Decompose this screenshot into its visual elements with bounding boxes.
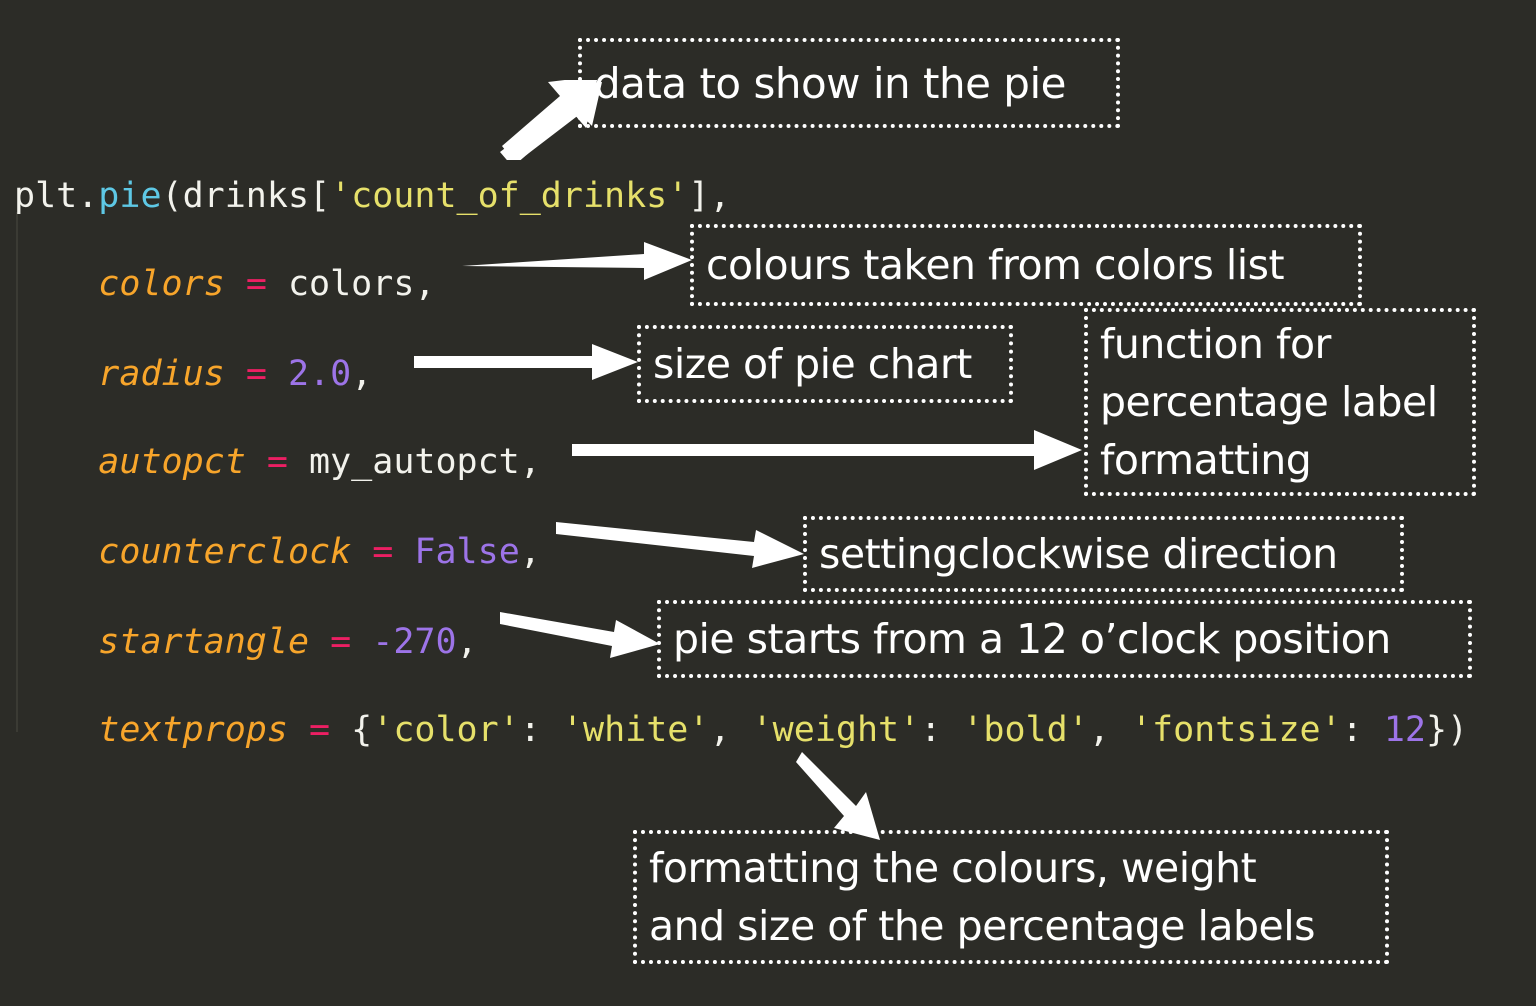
note-line: data to show in the pie <box>594 58 1066 108</box>
note-line: and size of the percentage labels <box>649 902 1316 950</box>
code-line-startangle: startangle = -270, <box>14 598 478 686</box>
code-token: False <box>414 532 520 572</box>
annotated-code-figure: plt.pie(drinks['count_of_drinks'], color… <box>0 0 1536 1006</box>
code-token: , <box>1088 710 1131 750</box>
code-token: 'weight' <box>751 710 921 750</box>
code-line-colors: colors = colors, <box>14 240 435 328</box>
code-token: = <box>309 710 331 750</box>
note-line: colours taken from colors list <box>706 241 1285 289</box>
arrow-autopct <box>572 430 1082 470</box>
code-token: colors, <box>266 264 436 304</box>
code-token: radius <box>98 354 225 394</box>
code-token: { <box>330 710 373 750</box>
arrow-colors <box>462 242 692 280</box>
code-token: startangle <box>98 622 310 662</box>
code-token: pie <box>98 176 162 216</box>
code-token: 'count_of_drinks' <box>330 176 689 216</box>
code-token: counterclock <box>98 532 352 572</box>
note-function-percentage: function for percentage label formatting <box>1084 308 1476 496</box>
code-token: = <box>245 354 267 394</box>
code-token: 'color' <box>372 710 520 750</box>
code-token: 12 <box>1383 710 1426 750</box>
code-line-counterclock: counterclock = False, <box>14 508 541 596</box>
note-line: settingclockwise direction <box>819 530 1338 578</box>
code-token: : <box>920 710 963 750</box>
note-line: formatting <box>1100 436 1312 484</box>
arrow-radius <box>414 344 638 380</box>
code-token: textprops <box>98 710 288 750</box>
note-line: formatting the colours, weight <box>649 844 1257 892</box>
note-line: function for <box>1100 320 1331 368</box>
note-clockwise-direction: settingclockwise direction <box>803 516 1404 592</box>
code-token: , <box>709 710 752 750</box>
code-token: : <box>1341 710 1384 750</box>
indent-guide <box>16 212 18 732</box>
code-token: = <box>245 264 267 304</box>
code-token: 'white' <box>561 710 710 750</box>
code-token: = <box>266 442 288 482</box>
code-token: 2.0 <box>287 354 352 394</box>
code-token: = <box>330 622 352 662</box>
arrow-startangle <box>500 612 660 658</box>
code-token: : <box>519 710 562 750</box>
code-line-call: plt.pie(drinks['count_of_drinks'], <box>14 152 730 240</box>
code-token: 'bold' <box>962 710 1089 750</box>
note-12-oclock: pie starts from a 12 o’clock position <box>657 600 1472 678</box>
code-token: = <box>372 532 394 572</box>
code-token: }) <box>1425 710 1469 750</box>
code-token: , <box>519 532 541 572</box>
note-line: size of pie chart <box>653 340 972 388</box>
note-formatting-labels: formatting the colours, weight and size o… <box>633 830 1389 964</box>
code-token: , <box>456 622 478 662</box>
code-line-textprops: textprops = {'color': 'white', 'weight':… <box>14 686 1468 774</box>
code-token: 'fontsize' <box>1130 710 1342 750</box>
code-token: ], <box>688 176 731 216</box>
note-data-to-show: data to show in the pie <box>578 38 1120 128</box>
code-line-autopct: autopct = my_autopct, <box>14 418 541 506</box>
code-token: colors <box>98 264 225 304</box>
arrow-counterclock <box>556 522 804 568</box>
note-line: percentage label <box>1100 378 1438 426</box>
note-size-of-pie: size of pie chart <box>637 325 1013 403</box>
code-token: my_autopct, <box>287 442 541 482</box>
code-line-radius: radius = 2.0, <box>14 330 372 418</box>
code-token: (drinks[ <box>161 176 331 216</box>
arrow-textprops <box>796 752 880 840</box>
code-token: , <box>351 354 373 394</box>
note-colours-list: colours taken from colors list <box>690 224 1362 306</box>
code-token: plt. <box>14 176 99 216</box>
code-token: -270 <box>372 622 457 662</box>
code-token: autopct <box>98 442 246 482</box>
note-line: pie starts from a 12 o’clock position <box>673 615 1391 663</box>
